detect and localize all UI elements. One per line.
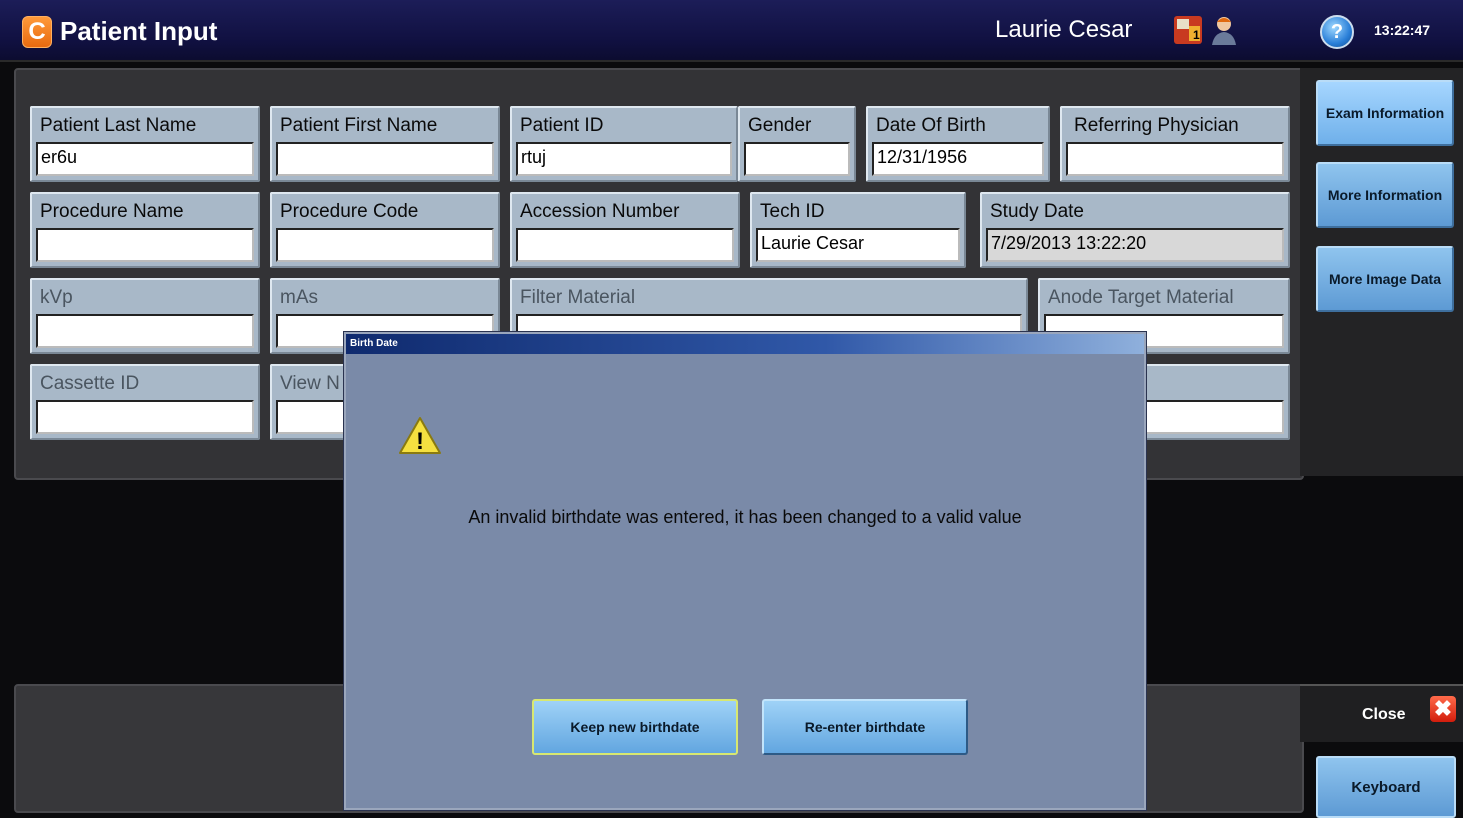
field-referring-physician: Referring Physician (1060, 106, 1290, 182)
field-kvp: kVp (30, 278, 260, 354)
app-logo-icon: C (22, 16, 52, 48)
accession-number-input[interactable] (516, 228, 734, 262)
svg-text:1: 1 (1193, 28, 1200, 42)
field-label: Gender (748, 115, 812, 136)
patient-id-input[interactable]: rtuj (516, 142, 732, 176)
study-date-input[interactable]: 7/29/2013 13:22:20 (986, 228, 1284, 262)
field-label: Patient ID (520, 115, 604, 136)
re-enter-birthdate-button[interactable]: Re-enter birthdate (762, 699, 968, 755)
field-label: Study Date (990, 201, 1084, 222)
exam-information-button[interactable]: Exam Information (1316, 80, 1454, 146)
field-label: Filter Material (520, 287, 636, 308)
field-label: Accession Number (520, 201, 680, 222)
patient-last-name-input[interactable]: er6u (36, 142, 254, 176)
field-label: kVp (40, 287, 73, 308)
field-label: Date Of Birth (876, 115, 986, 136)
dialog-message: An invalid birthdate was entered, it has… (468, 507, 1022, 527)
more-image-data-button[interactable]: More Image Data (1316, 246, 1454, 312)
dialog-title: Birth Date (346, 334, 1144, 354)
field-label: Referring Physician (1074, 115, 1239, 136)
tech-id-input[interactable]: Laurie Cesar (756, 228, 960, 262)
field-label: Anode Target Material (1048, 287, 1234, 308)
help-icon[interactable]: ? (1320, 15, 1354, 49)
procedure-code-input[interactable] (276, 228, 494, 262)
kvp-input[interactable] (36, 314, 254, 348)
field-date-of-birth: Date Of Birth 12/31/1956 (866, 106, 1050, 182)
birth-date-dialog: Birth Date ! An invalid birthdate was en… (344, 332, 1146, 810)
field-procedure-code: Procedure Code (270, 192, 500, 268)
field-label: Procedure Name (40, 201, 184, 222)
side-menu: Exam Information More Information More I… (1300, 68, 1463, 476)
cassette-id-input[interactable] (36, 400, 254, 434)
field-procedure-name: Procedure Name (30, 192, 260, 268)
date-of-birth-input[interactable]: 12/31/1956 (872, 142, 1044, 176)
field-gender: Gender (738, 106, 856, 182)
field-label: View N (280, 373, 340, 394)
close-icon: ✖ (1430, 696, 1456, 722)
field-label: Cassette ID (40, 373, 140, 394)
gender-input[interactable] (744, 142, 850, 176)
field-label: Patient First Name (280, 115, 438, 136)
title-bar: C Patient Input Laurie Cesar 1 ? 13:22:4… (0, 0, 1463, 62)
worklist-icon[interactable]: 1 (1172, 14, 1204, 46)
field-accession-number: Accession Number (510, 192, 740, 268)
field-label: Tech ID (760, 201, 825, 222)
field-cassette-id: Cassette ID (30, 364, 260, 440)
patient-first-name-input[interactable] (276, 142, 494, 176)
warning-icon: ! (399, 417, 441, 455)
field-patient-last-name: Patient Last Name er6u (30, 106, 260, 182)
close-button[interactable]: Close ✖ (1300, 684, 1463, 742)
close-label: Close (1362, 706, 1406, 723)
field-label: mAs (280, 287, 318, 308)
user-name: Laurie Cesar (995, 16, 1133, 43)
field-patient-first-name: Patient First Name (270, 106, 500, 182)
field-patient-id: Patient ID rtuj (510, 106, 738, 182)
field-label: Patient Last Name (40, 115, 197, 136)
procedure-name-input[interactable] (36, 228, 254, 262)
keep-new-birthdate-button[interactable]: Keep new birthdate (532, 699, 738, 755)
more-information-button[interactable]: More Information (1316, 162, 1454, 228)
clock: 13:22:47 (1374, 22, 1431, 38)
field-study-date: Study Date 7/29/2013 13:22:20 (980, 192, 1290, 268)
technologist-icon[interactable] (1208, 14, 1240, 46)
page-title: Patient Input (60, 16, 218, 46)
referring-physician-input[interactable] (1066, 142, 1284, 176)
field-label: Procedure Code (280, 201, 419, 222)
warning-glyph: ! (416, 428, 424, 455)
field-tech-id: Tech ID Laurie Cesar (750, 192, 966, 268)
